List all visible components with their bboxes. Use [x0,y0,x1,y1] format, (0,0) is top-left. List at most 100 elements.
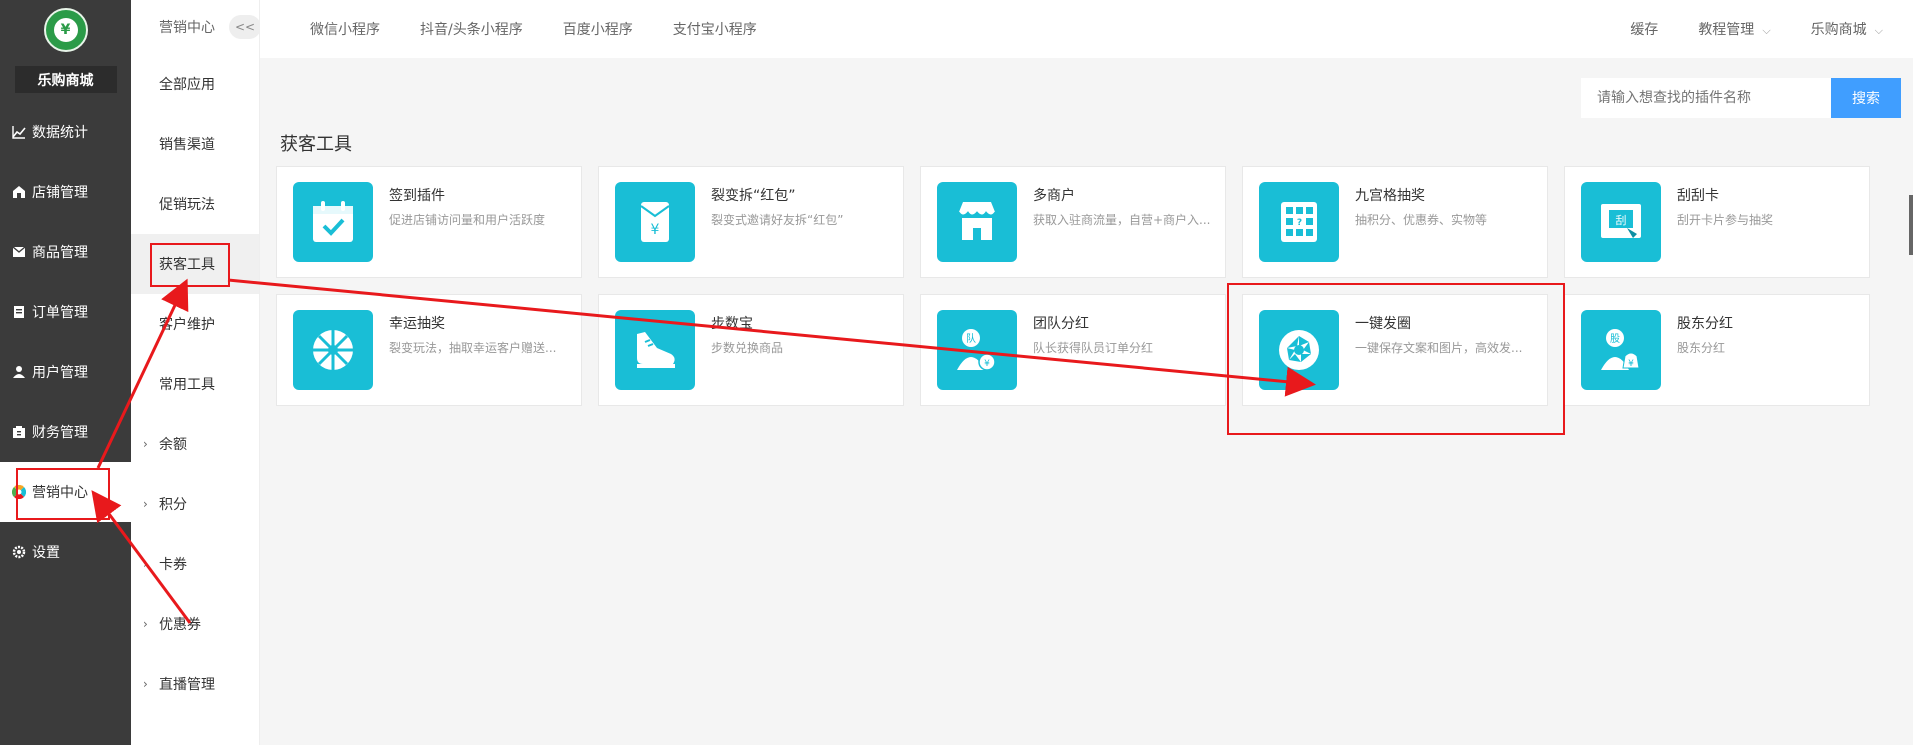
search-input[interactable] [1581,78,1831,118]
aperture-icon [1259,310,1339,390]
sidebar-item-users[interactable]: 用户管理 [0,342,131,402]
plugin-card-grid-lottery[interactable]: ? 九宫格抽奖抽积分、优惠券、实物等 [1242,166,1548,278]
subnav-header: 营销中心 << [131,0,261,54]
wheel-icon [293,310,373,390]
subnav-label: 卡券 [159,557,187,573]
subnav-label: 优惠券 [159,617,201,633]
tab-baidu[interactable]: 百度小程序 [563,19,633,39]
chart-icon [12,125,26,139]
plugin-desc: 股东分红 [1677,341,1726,355]
account-menu[interactable]: 乐购商城 ⌵ [1811,19,1883,39]
box-icon [12,245,26,259]
shareholder-icon: 股 ¥ [1581,310,1661,390]
chevron-right-icon: › [143,497,148,511]
plugin-card-signin[interactable]: 签到插件 促进店铺访问量和用户活跃度 [276,166,582,278]
sidebar-item-finance[interactable]: 财务管理 [0,402,131,462]
subnav-item-retention[interactable]: 客户维护 [131,294,259,354]
plugin-card-steps[interactable]: 步数宝 步数兑换商品 [598,294,904,406]
brand: ¥ 乐购商城 [0,0,131,96]
chevron-down-icon: ⌵ [1874,24,1883,37]
sidebar-nav: 数据统计 店铺管理 商品管理 订单管理 用户管理 财务管理 营销中心 设置 [0,102,131,582]
cache-link[interactable]: 缓存 [1630,19,1658,39]
calendar-check-icon [293,182,373,262]
subnav-item-common-tools[interactable]: 常用工具 [131,354,259,414]
scratch-glyph: 刮 [1616,213,1627,227]
plugin-card-team-bonus[interactable]: 队 ¥ 团队分红 队长获得队员订单分红 [920,294,1226,406]
collapse-button[interactable]: << [229,15,261,39]
subnav-item-all-apps[interactable]: 全部应用 [131,54,259,114]
sidebar-item-label: 数据统计 [32,125,88,141]
tutorial-menu[interactable]: 教程管理 ⌵ [1698,19,1770,39]
sidebar-item-store[interactable]: 店铺管理 [0,162,131,222]
sidebar-item-marketing[interactable]: 营销中心 [0,462,131,522]
chevron-right-icon: › [143,677,148,691]
subnav-label: 直播管理 [159,677,215,693]
scroll-indicator[interactable] [1909,195,1913,255]
grid-lottery-icon: ? [1259,182,1339,262]
plugin-search: 搜索 [1581,78,1901,118]
subnav-title: 营销中心 [159,20,215,36]
sidebar-item-label: 商品管理 [32,245,88,261]
sidebar-item-statistics[interactable]: 数据统计 [0,102,131,162]
sidebar-item-label: 用户管理 [32,365,88,381]
user-icon [12,365,26,379]
shop-logo[interactable]: ¥ [43,8,88,52]
subnav-label: 促销玩法 [159,197,215,213]
plugin-card-red-envelope[interactable]: ¥ 裂变拆“红包” 裂变式邀请好友拆“红包” [598,166,904,278]
subnav-item-live[interactable]: › 直播管理 [131,654,259,714]
subnav-item-acquisition[interactable]: 获客工具 [131,234,259,294]
plugin-desc: 促进店铺访问量和用户活跃度 [389,213,546,227]
sidebar-item-label: 财务管理 [32,425,88,441]
shop-icon [937,182,1017,262]
plugin-desc: 裂变玩法，抽取幸运客户赠送... [389,341,557,355]
plugin-card-one-click-post[interactable]: 一键发圈 一键保存文案和图片，高效发... [1242,294,1548,406]
tab-wechat[interactable]: 微信小程序 [310,19,380,39]
plugin-card-multi-merchant[interactable]: 多商户获取入驻商流量，自营+商户入... [920,166,1226,278]
subnav-label: 余额 [159,437,187,453]
plugin-desc: 抽积分、优惠券、实物等 [1355,213,1488,227]
subnav-item-points[interactable]: › 积分 [131,474,259,534]
team-bonus-icon: 队 ¥ [937,310,1017,390]
sidebar-item-orders[interactable]: 订单管理 [0,282,131,342]
search-button[interactable]: 搜索 [1831,78,1901,118]
plugin-name: 九宫格抽奖 [1355,188,1425,204]
team-glyph: 队 [966,332,976,345]
subnav-item-coupons[interactable]: › 优惠券 [131,594,259,654]
plugin-name: 多商户 [1033,188,1075,204]
plugin-card-shareholder[interactable]: 股 ¥ 股东分红 股东分红 [1564,294,1870,406]
marketing-icon [12,485,26,499]
yen-glyph: ¥ [1628,359,1634,369]
plugin-name: 步数宝 [711,316,753,332]
subnav-label: 常用工具 [159,377,215,393]
tutorial-menu-label: 教程管理 [1698,22,1755,38]
sidebar-item-label: 设置 [32,545,60,561]
subnav-item-cards[interactable]: › 卡券 [131,534,259,594]
plugin-name: 裂变拆“红包” [711,188,796,204]
sidebar-item-settings[interactable]: 设置 [0,522,131,582]
sidebar-item-label: 店铺管理 [32,185,88,201]
sidebar-item-products[interactable]: 商品管理 [0,222,131,282]
plugin-desc: 裂变式邀请好友拆“红包” [711,213,844,227]
subnav-item-promotion[interactable]: 促销玩法 [131,174,259,234]
logo-icon: ¥ [53,18,78,42]
subnav-item-balance[interactable]: › 余额 [131,414,259,474]
subnav-label: 积分 [159,497,187,513]
main-sidebar: ¥ 乐购商城 数据统计 店铺管理 商品管理 订单管理 用户管理 财务管理 营销中… [0,0,131,745]
plugin-desc: 队长获得队员订单分红 [1033,341,1154,355]
subnav-item-sales-channel[interactable]: 销售渠道 [131,114,259,174]
tab-douyin[interactable]: 抖音/头条小程序 [420,19,523,39]
account-menu-label: 乐购商城 [1810,22,1867,38]
subnav-label: 获客工具 [159,257,215,273]
plugin-desc: 获取入驻商流量，自营+商户入... [1033,213,1211,227]
plugin-card-lucky-draw[interactable]: 幸运抽奖 裂变玩法，抽取幸运客户赠送... [276,294,582,406]
plugin-desc: 刮开卡片参与抽奖 [1677,213,1774,227]
secondary-sidebar: 营销中心 << 全部应用 销售渠道 促销玩法 获客工具 客户维护 常用工具 › 余… [131,0,261,745]
subnav-label: 全部应用 [159,77,215,93]
plugin-card-scratch[interactable]: 刮 刮刮卡 刮开卡片参与抽奖 [1564,166,1870,278]
tab-alipay[interactable]: 支付宝小程序 [673,19,757,39]
shop-name: 乐购商城 [14,66,117,93]
finance-icon [12,425,26,439]
sidebar-item-label: 营销中心 [32,485,88,501]
top-bar: 微信小程序 抖音/头条小程序 百度小程序 支付宝小程序 缓存 教程管理 ⌵ 乐购商… [260,0,1913,58]
top-right-menu: 缓存 教程管理 ⌵ 乐购商城 ⌵ [1590,19,1883,39]
